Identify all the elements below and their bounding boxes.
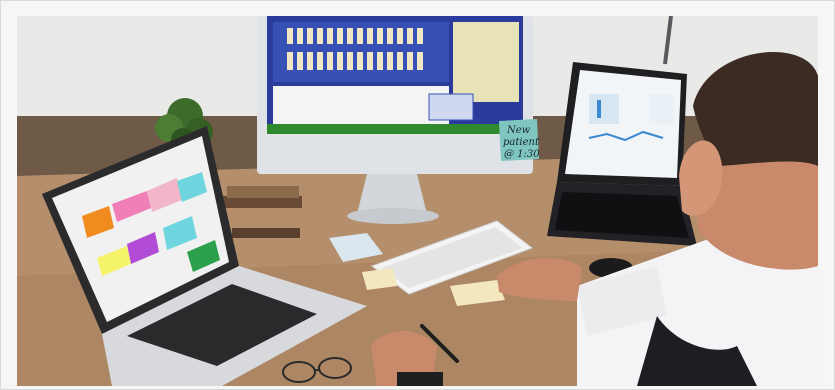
- right-laptop: [547, 62, 697, 246]
- sticky-note-line2: patient: [503, 137, 540, 148]
- sticky-note-line3: @ 1:30: [504, 149, 540, 160]
- sticky-note-line1: New: [506, 125, 531, 136]
- photo-illustration: New patient @ 1:30: [17, 16, 818, 386]
- hero-photo: New patient @ 1:30: [17, 16, 818, 386]
- sticky-note: New patient @ 1:30: [498, 119, 540, 161]
